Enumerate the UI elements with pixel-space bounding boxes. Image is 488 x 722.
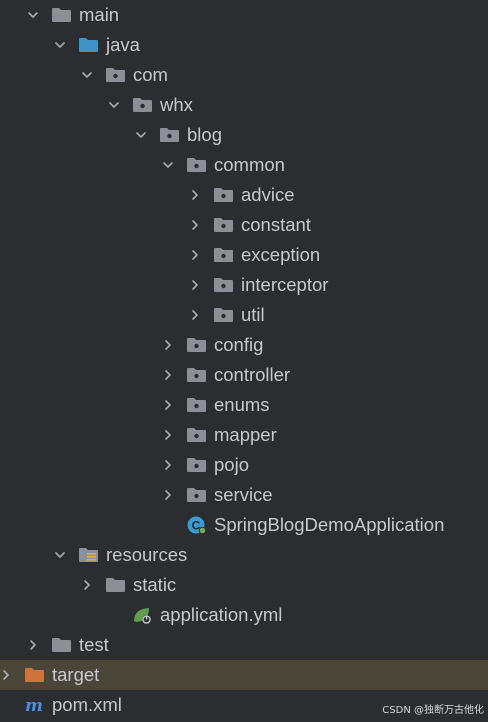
tree-node-config[interactable]: config [0,330,488,360]
tree-node-springblogdemoapplication[interactable]: C SpringBlogDemoApplication [0,510,488,540]
chevron-down-icon[interactable] [53,540,67,570]
tree-node-label: java [106,34,140,55]
tree-node-label: config [214,334,264,355]
tree-node-label: service [214,484,273,505]
package-icon [185,155,207,175]
package-icon [185,335,207,355]
tree-node-label: common [214,154,285,175]
tree-node-label: controller [214,364,291,385]
source-folder-icon [77,35,99,55]
folder-icon [50,5,72,25]
tree-node-label: whx [160,94,193,115]
tree-node-label: pojo [214,454,249,475]
chevron-right-icon[interactable] [161,390,175,420]
tree-node-common[interactable]: common [0,150,488,180]
tree-node-java[interactable]: java [0,30,488,60]
package-icon [158,125,180,145]
tree-node-label: resources [106,544,188,565]
chevron-right-icon[interactable] [188,180,202,210]
chevron-down-icon[interactable] [134,120,148,150]
tree-node-mapper[interactable]: mapper [0,420,488,450]
tree-node-label: com [133,64,168,85]
chevron-down-icon[interactable] [53,30,67,60]
maven-icon: m [23,695,45,715]
watermark: CSDN @独断万古他化 [382,705,484,716]
tree-node-test[interactable]: test [0,630,488,660]
package-icon [212,245,234,265]
tree-node-static[interactable]: static [0,570,488,600]
package-icon [104,65,126,85]
tree-node-resources[interactable]: resources [0,540,488,570]
chevron-right-icon[interactable] [80,570,94,600]
chevron-right-icon[interactable] [161,330,175,360]
tree-node-label: enums [214,394,270,415]
tree-node-util[interactable]: util [0,300,488,330]
tree-node-enums[interactable]: enums [0,390,488,420]
tree-node-com[interactable]: com [0,60,488,90]
package-icon [185,485,207,505]
chevron-right-icon[interactable] [26,630,40,660]
tree-node-pojo[interactable]: pojo [0,450,488,480]
svg-text:m: m [25,696,43,715]
tree-node-interceptor[interactable]: interceptor [0,270,488,300]
tree-node-label: constant [241,214,311,235]
chevron-right-icon[interactable] [161,450,175,480]
chevron-down-icon[interactable] [26,0,40,30]
tree-node-service[interactable]: service [0,480,488,510]
tree-node-label: test [79,634,109,655]
excluded-folder-icon [23,665,45,685]
chevron-down-icon[interactable] [107,90,121,120]
folder-icon [50,635,72,655]
tree-node-label: mapper [214,424,277,445]
project-tree: main java com whx blog common advice constant ex… [0,0,488,722]
chevron-right-icon[interactable] [0,660,13,690]
chevron-right-icon[interactable] [188,300,202,330]
tree-node-label: static [133,574,177,595]
chevron-down-icon[interactable] [161,150,175,180]
tree-node-whx[interactable]: whx [0,90,488,120]
resources-folder-icon [77,545,99,565]
package-icon [185,395,207,415]
chevron-down-icon[interactable] [80,60,94,90]
package-icon [212,305,234,325]
tree-node-application-yml[interactable]: application.yml [0,600,488,630]
tree-node-label: blog [187,124,222,145]
chevron-right-icon[interactable] [188,240,202,270]
tree-node-main[interactable]: main [0,0,488,30]
tree-node-label: exception [241,244,321,265]
package-icon [212,215,234,235]
tree-node-blog[interactable]: blog [0,120,488,150]
tree-node-label: SpringBlogDemoApplication [214,514,445,535]
chevron-right-icon[interactable] [188,270,202,300]
tree-node-controller[interactable]: controller [0,360,488,390]
spring-class-icon: C [185,515,207,535]
package-icon [185,365,207,385]
tree-node-label: main [79,4,120,25]
package-icon [131,95,153,115]
tree-node-label: target [52,664,100,685]
tree-node-label: advice [241,184,295,205]
tree-node-label: interceptor [241,274,329,295]
chevron-right-icon[interactable] [161,420,175,450]
folder-icon [104,575,126,595]
tree-node-advice[interactable]: advice [0,180,488,210]
spring-config-icon [131,605,153,625]
tree-node-label: util [241,304,265,325]
tree-node-exception[interactable]: exception [0,240,488,270]
chevron-right-icon[interactable] [188,210,202,240]
tree-node-label: pom.xml [52,694,122,715]
tree-node-label: application.yml [160,604,283,625]
package-icon [212,185,234,205]
chevron-right-icon[interactable] [161,480,175,510]
chevron-right-icon[interactable] [161,360,175,390]
package-icon [185,425,207,445]
tree-node-target[interactable]: target [0,660,488,690]
package-icon [185,455,207,475]
package-icon [212,275,234,295]
tree-node-constant[interactable]: constant [0,210,488,240]
